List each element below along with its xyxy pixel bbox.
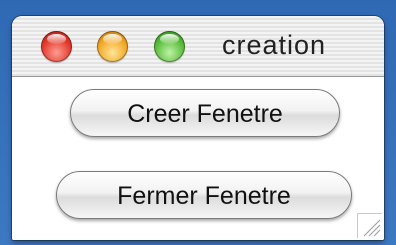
window-content: Creer Fenetre Fermer Fenetre [12, 77, 384, 240]
desktop-background: creation Creer Fenetre Fermer Fenetre [0, 0, 396, 245]
close-window-button[interactable]: Fermer Fenetre [56, 171, 352, 219]
create-window-button[interactable]: Creer Fenetre [70, 89, 340, 137]
title-bar[interactable]: creation [12, 16, 384, 77]
zoom-button-icon[interactable] [154, 31, 185, 62]
app-window: creation Creer Fenetre Fermer Fenetre [12, 16, 384, 240]
resize-grip-icon[interactable] [357, 213, 382, 238]
close-button-icon[interactable] [41, 31, 72, 62]
window-title: creation [222, 30, 327, 60]
minimize-button-icon[interactable] [97, 31, 128, 62]
